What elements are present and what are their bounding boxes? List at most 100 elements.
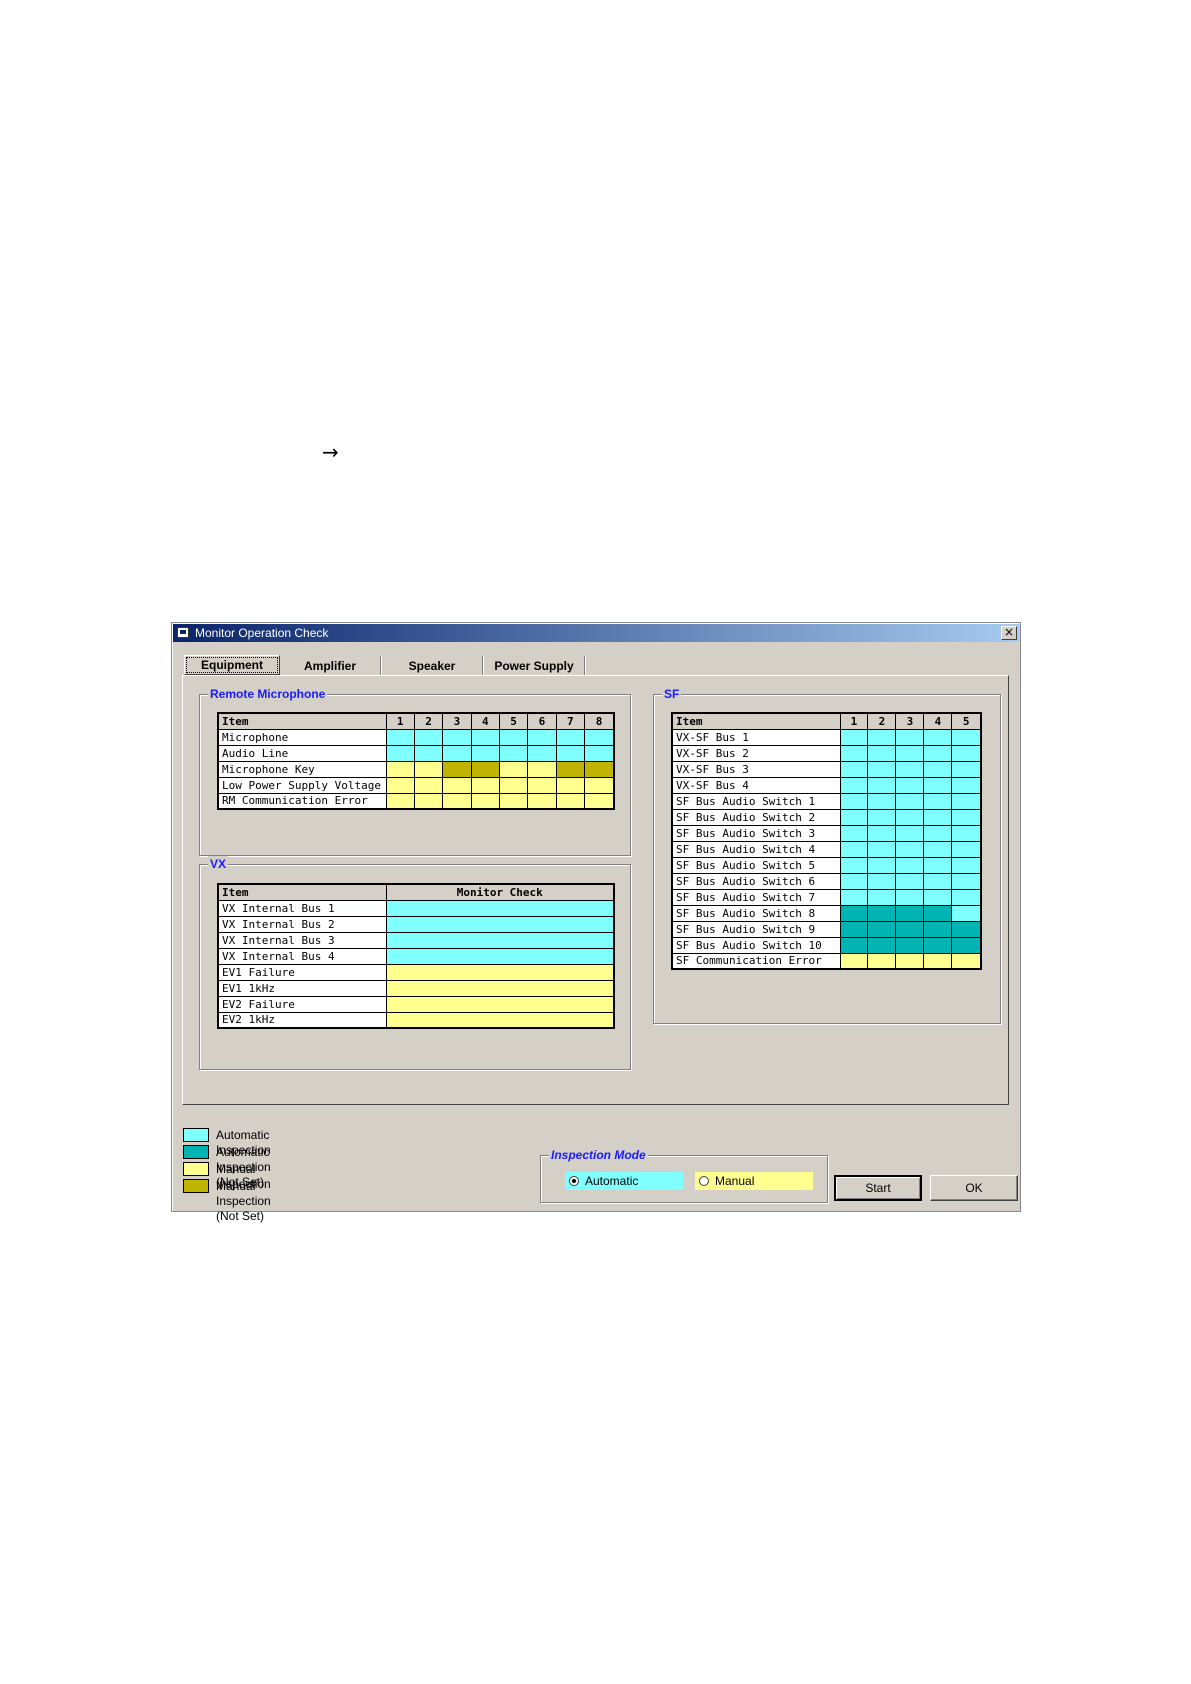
status-cell[interactable] (895, 872, 925, 890)
status-cell[interactable] (385, 995, 615, 1013)
status-cell[interactable] (584, 728, 615, 746)
status-cell[interactable] (413, 776, 444, 794)
status-cell[interactable] (895, 824, 925, 842)
status-cell[interactable] (951, 856, 982, 874)
status-cell[interactable] (839, 888, 869, 906)
status-cell[interactable] (951, 936, 982, 954)
status-cell[interactable] (867, 952, 897, 970)
status-cell[interactable] (867, 760, 897, 778)
status-cell[interactable] (839, 792, 869, 810)
status-cell[interactable] (498, 776, 529, 794)
status-cell[interactable] (895, 792, 925, 810)
status-cell[interactable] (584, 760, 615, 778)
status-cell[interactable] (867, 872, 897, 890)
status-cell[interactable] (923, 728, 953, 746)
status-cell[interactable] (867, 792, 897, 810)
status-cell[interactable] (584, 792, 615, 810)
status-cell[interactable] (923, 792, 953, 810)
status-cell[interactable] (498, 760, 529, 778)
status-cell[interactable] (951, 792, 982, 810)
status-cell[interactable] (867, 840, 897, 858)
start-button[interactable]: Start (834, 1175, 922, 1201)
status-cell[interactable] (923, 744, 953, 762)
status-cell[interactable] (951, 760, 982, 778)
status-cell[interactable] (867, 888, 897, 906)
status-cell[interactable] (385, 899, 615, 917)
status-cell[interactable] (951, 872, 982, 890)
status-cell[interactable] (895, 920, 925, 938)
status-cell[interactable] (895, 952, 925, 970)
manual-radio[interactable]: Manual (695, 1172, 813, 1190)
status-cell[interactable] (951, 904, 982, 922)
tab-equipment[interactable]: Equipment (184, 655, 280, 675)
status-cell[interactable] (527, 744, 557, 762)
status-cell[interactable] (498, 744, 529, 762)
status-cell[interactable] (839, 776, 869, 794)
status-cell[interactable] (470, 792, 500, 810)
status-cell[interactable] (951, 920, 982, 938)
status-cell[interactable] (895, 856, 925, 874)
status-cell[interactable] (839, 936, 869, 954)
status-cell[interactable] (923, 904, 953, 922)
status-cell[interactable] (527, 728, 557, 746)
status-cell[interactable] (584, 776, 615, 794)
status-cell[interactable] (442, 728, 472, 746)
status-cell[interactable] (839, 872, 869, 890)
status-cell[interactable] (385, 728, 415, 746)
status-cell[interactable] (923, 856, 953, 874)
status-cell[interactable] (413, 792, 444, 810)
status-cell[interactable] (895, 760, 925, 778)
status-cell[interactable] (385, 760, 415, 778)
tab-power-supply[interactable]: Power Supply (484, 656, 585, 676)
status-cell[interactable] (867, 904, 897, 922)
status-cell[interactable] (895, 728, 925, 746)
status-cell[interactable] (895, 808, 925, 826)
status-cell[interactable] (385, 792, 415, 810)
status-cell[interactable] (951, 888, 982, 906)
status-cell[interactable] (555, 760, 586, 778)
status-cell[interactable] (867, 808, 897, 826)
status-cell[interactable] (867, 776, 897, 794)
status-cell[interactable] (385, 947, 615, 965)
status-cell[interactable] (839, 760, 869, 778)
status-cell[interactable] (951, 776, 982, 794)
status-cell[interactable] (895, 776, 925, 794)
status-cell[interactable] (527, 776, 557, 794)
status-cell[interactable] (951, 744, 982, 762)
status-cell[interactable] (923, 840, 953, 858)
status-cell[interactable] (442, 792, 472, 810)
status-cell[interactable] (923, 952, 953, 970)
status-cell[interactable] (867, 728, 897, 746)
status-cell[interactable] (555, 728, 586, 746)
title-bar[interactable]: Monitor Operation Check × (173, 624, 1019, 642)
status-cell[interactable] (442, 744, 472, 762)
status-cell[interactable] (923, 760, 953, 778)
status-cell[interactable] (867, 856, 897, 874)
tab-speaker[interactable]: Speaker (382, 656, 483, 676)
status-cell[interactable] (385, 963, 615, 981)
status-cell[interactable] (385, 979, 615, 997)
status-cell[interactable] (498, 728, 529, 746)
status-cell[interactable] (527, 792, 557, 810)
status-cell[interactable] (470, 744, 500, 762)
status-cell[interactable] (923, 872, 953, 890)
status-cell[interactable] (839, 952, 869, 970)
status-cell[interactable] (413, 744, 444, 762)
status-cell[interactable] (839, 920, 869, 938)
status-cell[interactable] (470, 760, 500, 778)
automatic-radio[interactable]: Automatic (565, 1172, 683, 1190)
status-cell[interactable] (951, 728, 982, 746)
status-cell[interactable] (895, 904, 925, 922)
tab-amplifier[interactable]: Amplifier (280, 656, 381, 676)
status-cell[interactable] (923, 824, 953, 842)
status-cell[interactable] (442, 760, 472, 778)
status-cell[interactable] (895, 840, 925, 858)
status-cell[interactable] (498, 792, 529, 810)
status-cell[interactable] (867, 936, 897, 954)
status-cell[interactable] (839, 856, 869, 874)
status-cell[interactable] (839, 808, 869, 826)
status-cell[interactable] (839, 744, 869, 762)
status-cell[interactable] (839, 728, 869, 746)
status-cell[interactable] (555, 776, 586, 794)
status-cell[interactable] (895, 744, 925, 762)
